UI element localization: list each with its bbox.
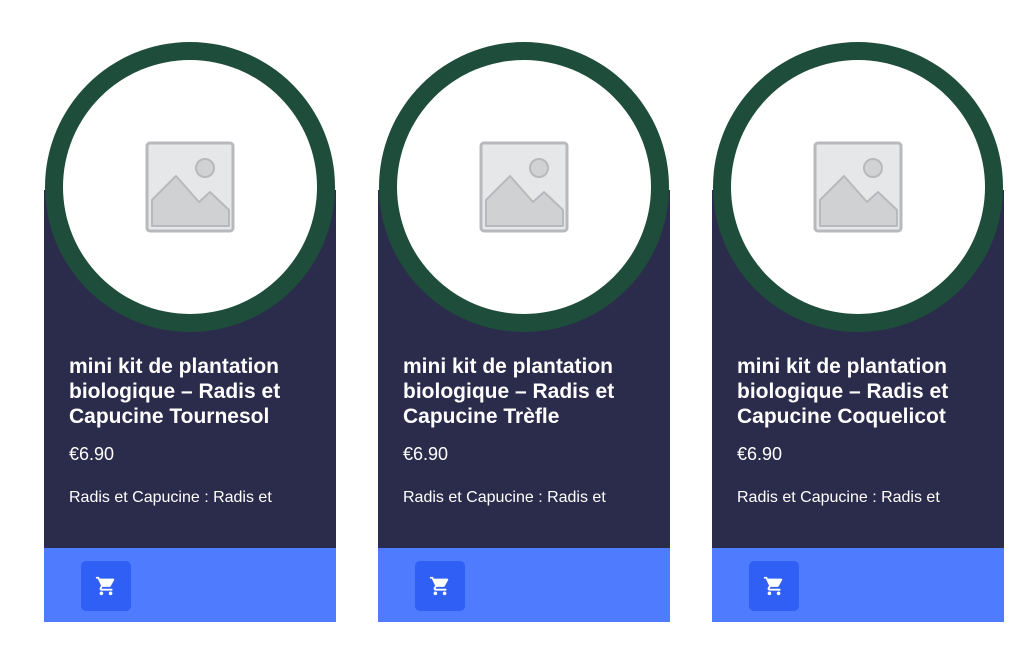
product-excerpt: Radis et Capucine : Radis et <box>403 489 606 506</box>
product-image[interactable] <box>63 60 317 314</box>
product-image[interactable] <box>731 60 985 314</box>
add-to-cart-button[interactable] <box>81 561 131 611</box>
product-grid: mini kit de plantation biologique – Radi… <box>0 0 1031 653</box>
product-title[interactable]: mini kit de plantation biologique – Radi… <box>69 354 319 429</box>
product-card: mini kit de plantation biologique – Radi… <box>44 42 336 622</box>
product-title[interactable]: mini kit de plantation biologique – Radi… <box>737 354 987 429</box>
image-placeholder-icon <box>145 141 235 233</box>
add-to-cart-button[interactable] <box>415 561 465 611</box>
cart-icon <box>763 576 783 596</box>
cart-icon <box>429 576 449 596</box>
product-card: mini kit de plantation biologique – Radi… <box>712 42 1004 622</box>
product-price: €6.90 <box>403 444 449 464</box>
product-price: €6.90 <box>69 444 115 464</box>
product-title[interactable]: mini kit de plantation biologique – Radi… <box>403 354 653 429</box>
product-excerpt: Radis et Capucine : Radis et <box>737 489 940 506</box>
product-card: mini kit de plantation biologique – Radi… <box>378 42 670 622</box>
product-image-link[interactable] <box>379 42 669 332</box>
product-image[interactable] <box>397 60 651 314</box>
add-to-cart-button[interactable] <box>749 561 799 611</box>
product-image-link[interactable] <box>713 42 1003 332</box>
cart-icon <box>95 576 115 596</box>
product-image-link[interactable] <box>45 42 335 332</box>
image-placeholder-icon <box>813 141 903 233</box>
product-excerpt: Radis et Capucine : Radis et <box>69 489 272 506</box>
image-placeholder-icon <box>479 141 569 233</box>
product-price: €6.90 <box>737 444 783 464</box>
